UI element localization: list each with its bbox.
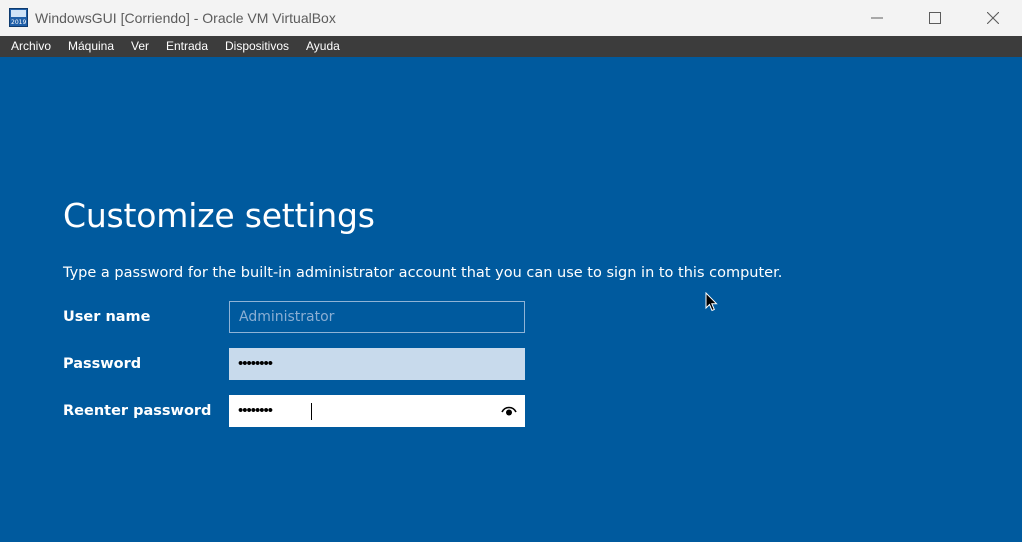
username-label: User name (63, 309, 151, 325)
close-icon (987, 12, 999, 24)
maximize-icon (929, 12, 941, 24)
password-value: •••••••• (238, 355, 273, 372)
page-description: Type a password for the built-in adminis… (63, 265, 783, 281)
mouse-cursor-icon (705, 292, 718, 312)
username-placeholder: Administrator (239, 309, 335, 325)
reenter-password-label: Reenter password (63, 403, 212, 419)
vm-menubar: Archivo Máquina Ver Entrada Dispositivos… (0, 36, 1022, 57)
maximize-button[interactable] (906, 0, 964, 36)
password-label: Password (63, 356, 142, 372)
menu-archivo[interactable]: Archivo (11, 36, 51, 57)
minimize-icon (871, 17, 883, 19)
reenter-password-field[interactable]: •••••••• (229, 395, 525, 427)
username-field[interactable]: Administrator (229, 301, 525, 333)
page-title: Customize settings (63, 196, 375, 235)
app-icon-label: 2019 (11, 19, 27, 26)
window-titlebar[interactable]: 2019 WindowsGUI [Corriendo] - Oracle VM … (0, 0, 1022, 36)
virtualbox-app-icon: 2019 (9, 8, 28, 27)
eye-icon[interactable] (501, 404, 517, 418)
menu-entrada[interactable]: Entrada (166, 36, 208, 57)
minimize-button[interactable] (848, 0, 906, 36)
menu-ayuda[interactable]: Ayuda (306, 36, 340, 57)
menu-maquina[interactable]: Máquina (68, 36, 114, 57)
close-button[interactable] (964, 0, 1022, 36)
window-title: WindowsGUI [Corriendo] - Oracle VM Virtu… (35, 10, 336, 26)
reenter-password-value: •••••••• (238, 402, 273, 419)
password-field[interactable]: •••••••• (229, 348, 525, 380)
menu-dispositivos[interactable]: Dispositivos (225, 36, 289, 57)
text-caret (311, 403, 312, 420)
menu-ver[interactable]: Ver (131, 36, 149, 57)
